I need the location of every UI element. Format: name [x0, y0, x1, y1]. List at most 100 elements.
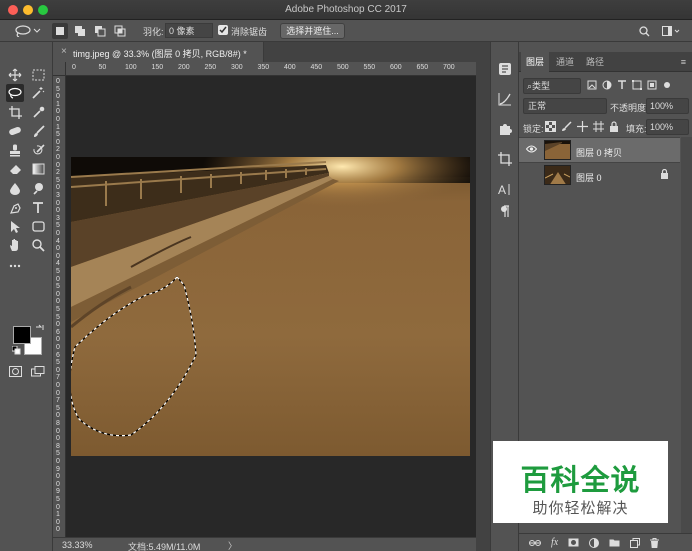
- opacity-input[interactable]: 100%: [646, 98, 689, 114]
- filter-adjustment-icon[interactable]: [602, 80, 612, 90]
- ruler-tick-label: 400: [284, 64, 296, 71]
- ruler-tick-label: 0: [56, 366, 60, 374]
- screen-mode-icon: [31, 365, 45, 376]
- rectangle-tool[interactable]: [29, 217, 47, 235]
- document-image[interactable]: [71, 157, 470, 456]
- close-document-icon[interactable]: ×: [61, 46, 67, 57]
- search-button[interactable]: [636, 23, 652, 39]
- fill-input[interactable]: 100%: [646, 119, 689, 135]
- mask-icon[interactable]: [568, 538, 579, 547]
- select-and-mask-button[interactable]: 选择并遮住...: [280, 23, 345, 39]
- lock-position-icon[interactable]: [577, 121, 588, 132]
- history-brush-tool[interactable]: [29, 141, 47, 159]
- lock-artboard-icon[interactable]: [593, 121, 604, 132]
- ruler-tick-label: 7: [56, 374, 60, 382]
- type-tool[interactable]: [29, 198, 47, 216]
- crop-panel-button[interactable]: [496, 150, 514, 168]
- subtract-selection-button[interactable]: [92, 23, 108, 39]
- intersect-selection-button[interactable]: [112, 23, 128, 39]
- brush-tool[interactable]: [29, 122, 47, 140]
- group-icon[interactable]: [609, 538, 620, 547]
- dodge-tool[interactable]: [29, 179, 47, 197]
- zoom-level[interactable]: 33.33%: [62, 540, 93, 550]
- layer-lock-icon: [660, 168, 669, 181]
- magic-wand-tool[interactable]: [29, 84, 47, 102]
- feather-input[interactable]: [165, 23, 213, 38]
- tab-channels[interactable]: 通道: [551, 52, 579, 72]
- healing-brush-tool[interactable]: [6, 122, 24, 140]
- clone-stamp-tool[interactable]: [6, 141, 24, 159]
- screen-mode-button[interactable]: [29, 362, 47, 380]
- eyedropper-tool[interactable]: [29, 103, 47, 121]
- layer-style-button[interactable]: fx: [551, 537, 558, 548]
- trash-icon[interactable]: [650, 537, 660, 548]
- libraries-panel-button[interactable]: [496, 60, 514, 78]
- swap-colors-button[interactable]: [34, 323, 44, 333]
- gradient-icon: [32, 163, 44, 175]
- document-tab[interactable]: × timg.jpeg @ 33.3% (图层 0 拷贝, RGB/8#) *: [53, 42, 264, 62]
- ruler-tick-label: 2: [56, 169, 60, 177]
- ruler-tick-label: 0: [56, 427, 60, 435]
- adjustment-icon[interactable]: [589, 537, 600, 548]
- tab-layers[interactable]: 图层: [521, 52, 550, 72]
- document-scrollbar[interactable]: [476, 42, 490, 551]
- lock-transparency-icon[interactable]: [545, 121, 556, 132]
- workspace-switcher[interactable]: [660, 23, 684, 39]
- path-selection-tool[interactable]: [6, 217, 24, 235]
- lock-pixels-icon[interactable]: [561, 121, 572, 132]
- blend-mode-select[interactable]: 正常: [523, 98, 607, 114]
- character-icon: A: [498, 183, 510, 196]
- pen-tool[interactable]: [6, 198, 24, 216]
- layer-row[interactable]: 图层 0: [519, 162, 680, 187]
- marquee-tool[interactable]: [29, 66, 47, 84]
- ruler-tick-label: 0: [56, 245, 60, 253]
- filter-type-icon[interactable]: [617, 80, 627, 90]
- crop-tool[interactable]: [6, 103, 24, 121]
- filter-toggle-icon[interactable]: [662, 80, 672, 90]
- eraser-tool[interactable]: [6, 160, 24, 178]
- lock-all-icon[interactable]: [609, 121, 619, 132]
- filter-smart-object-icon[interactable]: [647, 80, 657, 90]
- eraser-icon: [9, 165, 21, 174]
- filter-pixel-icon[interactable]: [587, 80, 597, 90]
- vertical-ruler[interactable]: 0501001502002503003504004505005506006507…: [53, 76, 66, 537]
- status-menu-arrow[interactable]: 〉: [228, 539, 237, 551]
- hand-tool[interactable]: [6, 236, 24, 254]
- lasso-icon: [8, 87, 22, 99]
- ruler-tick-label: 5: [56, 268, 60, 275]
- zoom-tool[interactable]: [29, 236, 47, 254]
- add-selection-button[interactable]: [72, 23, 88, 39]
- blur-tool[interactable]: [6, 179, 24, 197]
- new-layer-icon[interactable]: [630, 537, 641, 548]
- foreground-color-swatch[interactable]: [13, 326, 31, 344]
- character-panel-button[interactable]: A: [496, 180, 514, 198]
- quick-mask-button[interactable]: [6, 362, 24, 380]
- new-selection-button[interactable]: [52, 23, 68, 39]
- ruler-origin[interactable]: [53, 62, 66, 76]
- visibility-eye-icon[interactable]: [525, 145, 538, 155]
- puzzle-icon: [500, 124, 512, 135]
- ruler-tick-label: 550: [363, 64, 376, 71]
- lasso-tool[interactable]: [6, 84, 24, 102]
- default-colors-icon: [11, 345, 20, 354]
- more-tools-button[interactable]: [6, 257, 24, 275]
- gradient-tool[interactable]: [29, 160, 47, 178]
- antialias-checkbox[interactable]: [218, 25, 228, 35]
- link-icon[interactable]: [529, 539, 541, 547]
- ruler-tick-label: 0: [56, 321, 60, 329]
- move-tool[interactable]: [6, 66, 24, 84]
- tool-preset-picker[interactable]: [12, 23, 42, 39]
- paragraph-panel-button[interactable]: [496, 202, 514, 220]
- curves-panel-button[interactable]: [496, 90, 514, 108]
- layer-filter-select[interactable]: ⌕类型: [523, 78, 581, 94]
- default-colors-button[interactable]: [11, 345, 21, 355]
- horizontal-ruler[interactable]: 0 50 100 150 200 250 300 350 400 450 500 550 600 650 7…: [66, 62, 476, 76]
- visibility-toggle-empty[interactable]: [526, 170, 537, 180]
- plugins-panel-button[interactable]: [496, 120, 514, 138]
- layers-scrollbar[interactable]: [681, 137, 692, 537]
- layer-row[interactable]: 图层 0 拷贝: [519, 137, 680, 162]
- panel-menu-icon[interactable]: ≡: [681, 57, 686, 67]
- filter-shape-icon[interactable]: [632, 80, 642, 90]
- tab-paths[interactable]: 路径: [581, 52, 609, 72]
- ruler-tick-label: 0: [56, 184, 60, 192]
